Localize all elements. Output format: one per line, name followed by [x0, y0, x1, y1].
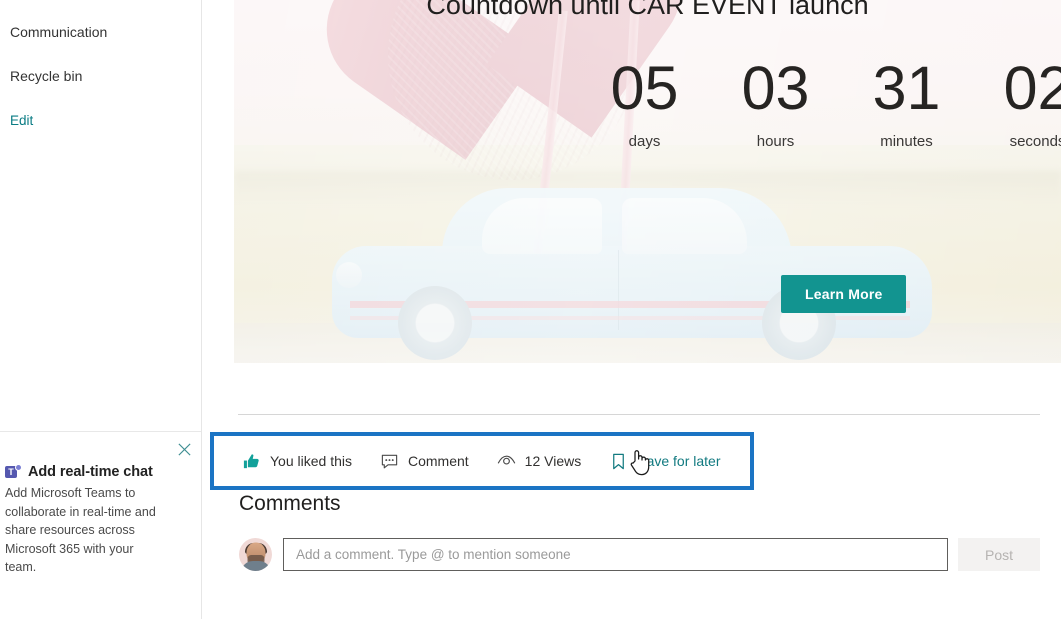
countdown-minutes-label: minutes [880, 133, 933, 150]
save-for-later-label: Save for later [637, 453, 721, 469]
countdown-days-value: 05 [610, 54, 679, 122]
learn-more-button[interactable]: Learn More [781, 275, 907, 313]
countdown-unit-seconds: 02 seconds [972, 55, 1061, 150]
avatar[interactable] [239, 538, 272, 571]
teams-promo-body: Add Microsoft Teams to collaborate in re… [5, 486, 156, 575]
sidebar-item-recycle-bin[interactable]: Recycle bin [10, 68, 82, 84]
close-icon[interactable] [175, 440, 193, 458]
save-for-later-button[interactable]: Save for later [609, 452, 721, 471]
sidebar-edit-link[interactable]: Edit [10, 113, 33, 128]
teams-icon: T [5, 464, 22, 480]
comment-button-label: Comment [407, 453, 469, 469]
countdown-timer: 05 days 03 hours 31 minutes 02 seconds [579, 55, 1061, 150]
content-divider [238, 414, 1040, 415]
views-counter-label: 12 Views [524, 453, 582, 469]
comments-heading: Comments [239, 492, 341, 515]
bookmark-icon [613, 453, 625, 469]
sharepoint-page: Communication Recycle bin Edit T Add rea… [0, 0, 1061, 619]
teams-promo-title: Add real-time chat [28, 464, 153, 480]
countdown-unit-hours: 03 hours [710, 55, 841, 150]
eye-icon [497, 455, 515, 465]
avatar-body [240, 561, 271, 571]
countdown-days-label: days [628, 133, 661, 150]
views-counter[interactable]: 12 Views [497, 452, 582, 471]
teams-promo-header: T Add real-time chat [5, 464, 153, 480]
countdown-unit-days: 05 days [579, 55, 710, 150]
teams-promo-card: T Add real-time chat Add Microsoft Teams… [0, 431, 201, 619]
post-comment-button[interactable]: Post [958, 538, 1040, 571]
countdown-hours-label: hours [756, 133, 795, 150]
thumbs-up-icon [243, 453, 259, 468]
hero-banner: Countdown until CAR EVENT launch 05 days… [234, 0, 1061, 363]
page-actions-highlight: You liked this Comment 12 Views Save for… [210, 432, 754, 490]
countdown-unit-minutes: 31 minutes [841, 55, 972, 150]
page-actions-bar: You liked this Comment 12 Views Save for… [214, 436, 750, 486]
countdown-seconds-value: 02 [1003, 54, 1061, 122]
comment-icon [381, 454, 398, 468]
sidebar-item-communication[interactable]: Communication [10, 24, 107, 40]
countdown-hours-value: 03 [741, 54, 810, 122]
comment-input[interactable] [283, 538, 948, 571]
countdown-seconds-label: seconds [1009, 133, 1061, 150]
like-button[interactable]: You liked this [242, 452, 352, 471]
teams-icon-dot [15, 464, 22, 471]
comment-composer [239, 538, 948, 571]
hero-title: Countdown until CAR EVENT launch [426, 0, 869, 20]
countdown-minutes-value: 31 [872, 54, 941, 122]
like-button-label: You liked this [270, 453, 352, 469]
comment-button[interactable]: Comment [380, 452, 469, 471]
